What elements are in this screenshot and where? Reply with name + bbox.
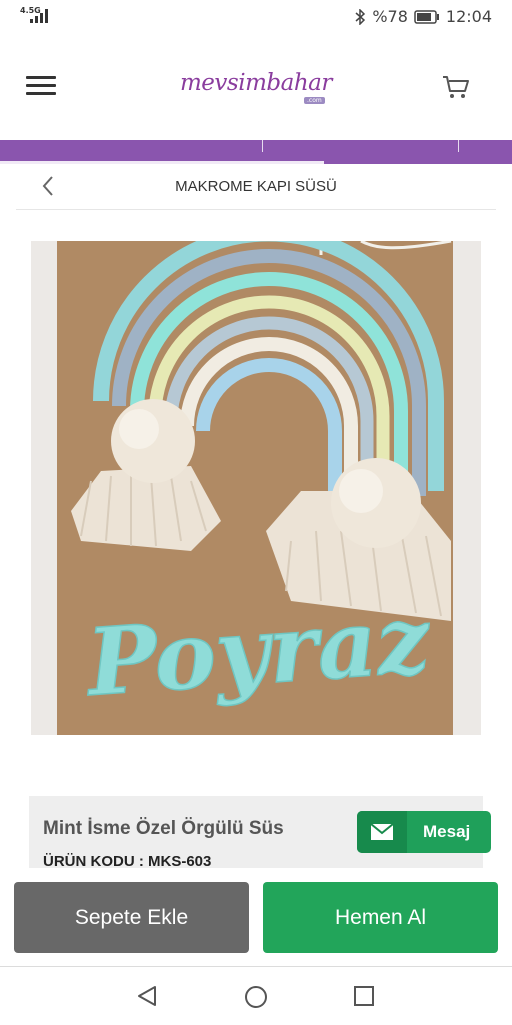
signal-icon	[30, 9, 48, 23]
page-title: MAKROME KAPI SÜSÜ	[175, 178, 337, 195]
bluetooth-icon	[355, 8, 366, 25]
message-label: Mesaj	[423, 822, 471, 841]
clock: 12:04	[445, 7, 492, 26]
nav-divider	[458, 140, 459, 152]
product-name: Mint İsme Özel Örgülü Süs	[43, 818, 284, 839]
status-bar: 4.5G %78 12:04	[0, 0, 512, 36]
mail-icon	[357, 811, 407, 853]
app-header: mevsimbahar .com	[0, 36, 512, 140]
system-nav-bar	[0, 966, 512, 1025]
product-code: ÜRÜN KODU : MKS-603	[43, 853, 212, 868]
logo-text: mevsimbahar	[180, 70, 332, 96]
nav-recents-icon[interactable]	[353, 985, 375, 1007]
breadcrumb: MAKROME KAPI SÜSÜ	[16, 164, 496, 210]
logo-suffix: .com	[304, 97, 325, 104]
cart-icon[interactable]	[441, 74, 471, 100]
message-button[interactable]: Mesaj	[357, 811, 491, 853]
logo[interactable]: mevsimbahar .com	[180, 70, 340, 110]
battery-percent: %78	[372, 7, 408, 26]
nav-home-icon[interactable]	[243, 984, 269, 1010]
category-navbar[interactable]	[0, 140, 512, 164]
buy-now-button[interactable]: Hemen Al	[263, 882, 498, 953]
add-to-cart-button[interactable]: Sepete Ekle	[14, 882, 249, 953]
product-image[interactable]: Poyraz	[31, 241, 481, 735]
battery-icon	[414, 9, 439, 24]
nav-divider	[262, 140, 263, 152]
nav-back-icon[interactable]	[135, 984, 159, 1008]
menu-icon[interactable]	[26, 76, 56, 98]
